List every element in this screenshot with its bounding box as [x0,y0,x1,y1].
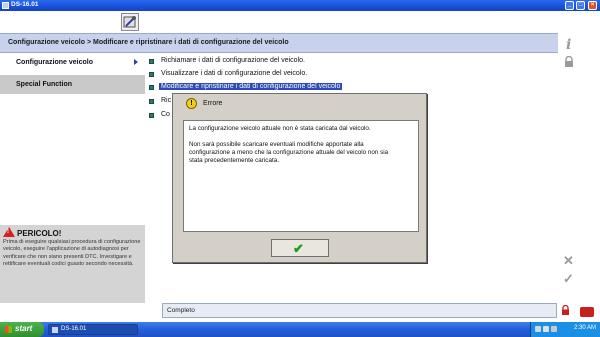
menu-item-label: Richiamare i dati di configurazione del … [161,57,305,64]
start-button[interactable]: start [0,322,44,337]
windows-logo-icon [5,326,12,333]
bullet-icon [149,99,154,104]
status-text: Completo [167,307,195,314]
arrow-right-icon [134,59,138,65]
warning-icon [3,227,15,237]
confirm-icon[interactable]: ✓ [563,271,574,287]
status-bar: Completo [162,303,557,318]
menu-item-label: Co [161,111,170,118]
info-icon[interactable]: i [566,37,571,53]
start-label: start [15,324,33,333]
taskbar: start DS-16.01 2:30 AM [0,322,600,337]
sidebar-item-label: Special Function [16,81,73,88]
lock-red-icon [562,305,569,315]
check-icon: ✔ [293,241,304,256]
cancel-icon[interactable]: ✕ [563,253,574,269]
volume-icon[interactable] [543,326,549,332]
app-icon [2,2,9,9]
right-toolbar: i ✕ ✓ [558,33,600,323]
ok-button[interactable]: ✔ [271,239,329,257]
sidebar-item-special-function[interactable]: Special Function [0,75,145,95]
dialog-message-1: La configurazione veicolo attuale non è … [189,125,371,132]
status-left-area [0,303,162,318]
dialog-message-box: La configurazione veicolo attuale non è … [183,120,419,232]
taskbar-item-label: DS-16.01 [61,326,87,332]
window-title: DS-16.01 [11,1,39,8]
lock-icon [565,56,573,67]
app-icon [52,327,58,333]
breadcrumb: Configurazione veicolo > Modificare e ri… [0,33,558,53]
breadcrumb-text: Configurazione veicolo > Modificare e ri… [8,39,289,46]
toolbar [0,11,600,33]
dialog-message-2: Non sarà possibile scaricare eventuali m… [189,141,389,164]
bullet-icon [149,113,154,118]
menu-item-label: Modificare e ripristinare i dati di conf… [159,83,343,90]
danger-text: Prima di eseguire qualsiasi procedura di… [3,239,141,268]
tray-app-icon[interactable] [551,326,557,332]
danger-title: PERICOLO! [17,229,62,238]
warning-mark: ! [7,229,9,235]
window-titlebar: DS-16.01 _ □ × [0,0,600,11]
minimize-button[interactable]: _ [565,1,574,10]
sidebar-item-configurazione-veicolo[interactable]: Configurazione veicolo [0,53,145,73]
close-button[interactable]: × [588,1,597,10]
sidebar-item-label: Configurazione veicolo [16,59,94,66]
menu-item-label: Ric [161,97,172,104]
taskbar-item-ds[interactable]: DS-16.01 [48,324,138,335]
bullet-icon [149,72,154,77]
error-dialog: ! Errore La configurazione veicolo attua… [172,93,427,263]
dialog-title: Errore [203,100,223,107]
bullet-icon [149,85,154,90]
menu-item-label: Visualizzare i dati di configurazione de… [161,70,308,77]
system-tray: 2:30 AM [530,322,600,337]
bullet-icon [149,59,154,64]
danger-panel: ! PERICOLO! Prima di eseguire qualsiasi … [0,225,145,303]
tools-icon [123,16,136,28]
exclamation-icon: ! [186,98,197,109]
network-icon[interactable] [535,326,541,332]
tools-button[interactable] [121,13,139,31]
clock: 2:30 AM [573,325,596,331]
dialog-header: ! Errore [173,94,426,114]
vehicle-connection-icon [580,307,594,317]
maximize-button[interactable]: □ [576,1,585,10]
